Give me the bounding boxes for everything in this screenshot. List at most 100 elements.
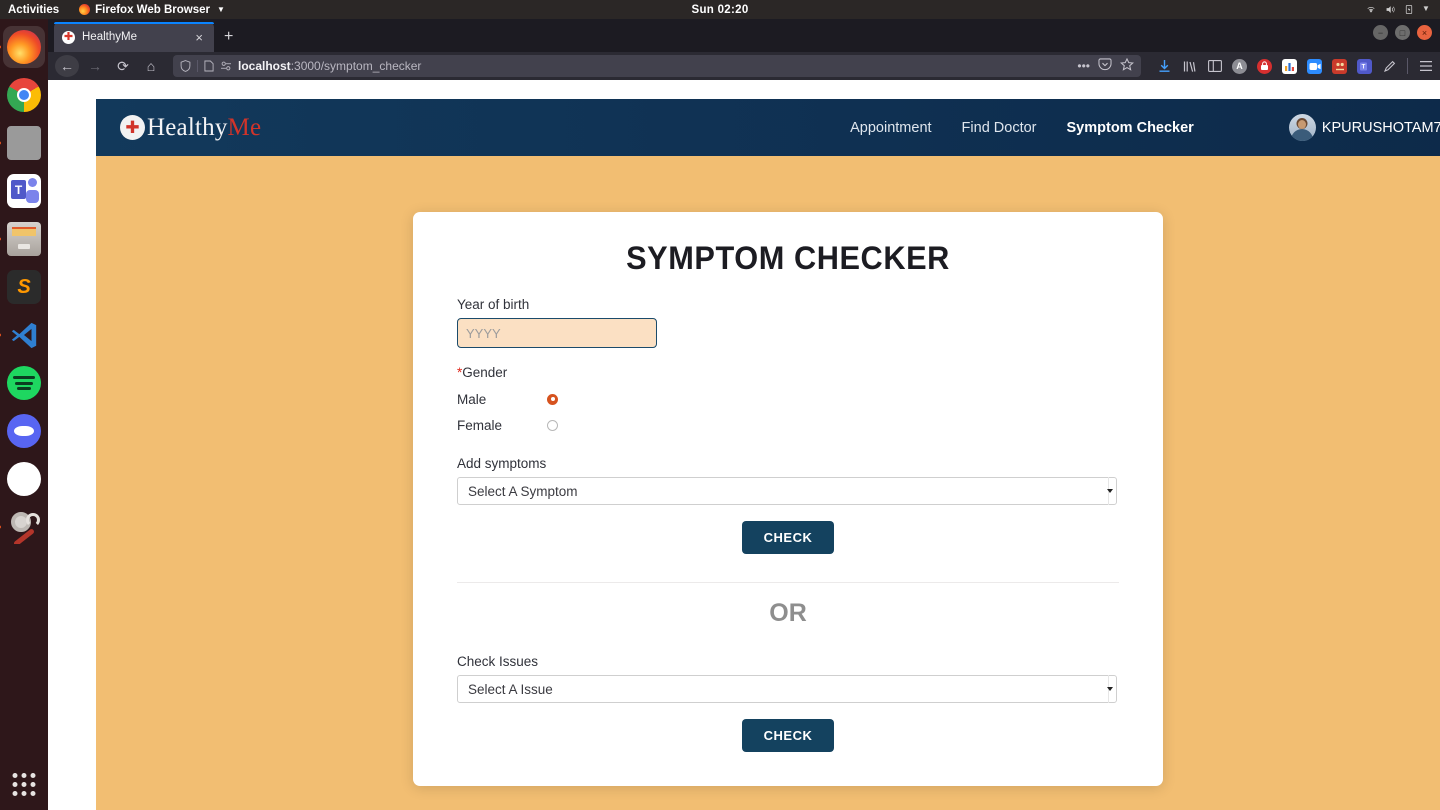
sidebar-icon[interactable] xyxy=(1207,59,1222,74)
red-extension-icon[interactable] xyxy=(1332,58,1347,74)
dock-item-firefox[interactable] xyxy=(3,26,45,68)
shield-icon[interactable] xyxy=(180,60,191,72)
check-issues-label: Check Issues xyxy=(457,654,539,669)
dock-item-files[interactable] xyxy=(3,218,45,260)
navigation-toolbar: ← → ⟳ ⌂ localhost:3000/symptom_checker •… xyxy=(48,52,1440,80)
svg-text:T: T xyxy=(1361,65,1365,71)
gender-option-female[interactable]: Female xyxy=(457,412,1119,438)
dock-item-red-quad-app[interactable] xyxy=(3,122,45,164)
or-separator-text: OR xyxy=(769,599,807,627)
adblock-icon[interactable]: A xyxy=(1232,58,1247,74)
firefox-window: HealthyMe × + − □ × ← → ⟳ ⌂ xyxy=(48,19,1440,810)
close-icon[interactable]: × xyxy=(192,30,206,45)
sublime-text-icon xyxy=(7,270,41,304)
radio-female[interactable] xyxy=(547,419,558,431)
reload-button[interactable]: ⟳ xyxy=(111,55,135,77)
system-tray[interactable]: ▼ xyxy=(1365,4,1434,15)
dock-item-slack[interactable] xyxy=(3,458,45,500)
file-manager-icon xyxy=(7,222,41,256)
symptom-select[interactable]: Select A Symptom xyxy=(457,477,1117,505)
brand-second: Me xyxy=(227,113,262,141)
toolbar-extensions: A T xyxy=(1151,58,1433,74)
download-icon[interactable] xyxy=(1157,59,1172,74)
avatar xyxy=(1288,114,1316,141)
brand-first: Healthy xyxy=(147,113,228,141)
teams-icon[interactable]: T xyxy=(1357,58,1372,74)
slack-icon xyxy=(7,462,41,496)
dock-item-chrome[interactable] xyxy=(3,74,45,116)
tab-bar: HealthyMe × + − □ × xyxy=(48,19,1440,52)
home-button[interactable]: ⌂ xyxy=(139,55,163,77)
vscode-icon xyxy=(7,318,41,352)
tab-healthyme[interactable]: HealthyMe × xyxy=(54,22,214,52)
password-manager-icon[interactable] xyxy=(1257,58,1272,74)
back-button[interactable]: ← xyxy=(55,55,79,77)
menu-icon[interactable] xyxy=(1418,59,1433,74)
symptom-checker-card: SYMPTOM CHECKER Year of birth *Gender Ma… xyxy=(413,212,1163,786)
nav-link-appointment[interactable]: Appointment xyxy=(850,120,931,136)
volume-icon xyxy=(1386,6,1395,13)
issue-select-wrap: Select A Issue xyxy=(457,675,1117,703)
dock-item-vscode[interactable] xyxy=(3,314,45,356)
library-icon[interactable] xyxy=(1182,59,1197,74)
permissions-icon[interactable] xyxy=(220,61,232,71)
check-issue-row: CHECK xyxy=(457,719,1119,752)
check-symptom-button[interactable]: CHECK xyxy=(741,521,835,554)
battery-icon xyxy=(1405,4,1413,15)
dock-item-sublime-text[interactable] xyxy=(3,266,45,308)
analytics-icon[interactable] xyxy=(1282,58,1297,74)
nav-link-symptom-checker[interactable]: Symptom Checker xyxy=(1067,120,1194,136)
dock-item-microsoft-teams[interactable]: T xyxy=(3,170,45,212)
show-applications-button[interactable] xyxy=(12,773,36,796)
dock-item-discord[interactable] xyxy=(3,410,45,452)
url-bar[interactable]: localhost:3000/symptom_checker ••• xyxy=(173,55,1141,77)
nav-link-find-doctor[interactable]: Find Doctor xyxy=(962,120,1037,136)
user-menu[interactable]: KPURUSHOTAM7 ⌄ xyxy=(1288,114,1440,141)
pen-icon[interactable] xyxy=(1382,59,1397,74)
symptom-form: Year of birth *Gender Male Female xyxy=(413,297,1163,554)
wifi-icon xyxy=(1367,6,1375,13)
teams-icon: T xyxy=(7,174,41,208)
ubuntu-dock: T xyxy=(0,19,48,810)
chrome-icon xyxy=(7,78,41,112)
bookmark-star-icon[interactable] xyxy=(1120,57,1134,74)
new-tab-button[interactable]: + xyxy=(224,28,233,46)
issue-select[interactable]: Select A Issue xyxy=(457,675,1117,703)
dock-item-spotify[interactable] xyxy=(3,362,45,404)
gender-male-label: Male xyxy=(457,391,487,407)
url-host: localhost xyxy=(238,59,291,73)
check-issue-button[interactable]: CHECK xyxy=(741,719,835,752)
maximize-button[interactable]: □ xyxy=(1395,25,1410,40)
year-of-birth-label: Year of birth xyxy=(457,297,530,312)
pocket-icon[interactable] xyxy=(1098,58,1112,74)
medical-cross-icon: ✚ xyxy=(120,115,145,140)
close-button[interactable]: × xyxy=(1417,25,1432,40)
system-menu-caret-icon: ▼ xyxy=(1422,4,1430,13)
clock[interactable]: Sun 02:20 xyxy=(0,4,1440,16)
site-navbar: ✚ HealthyMe Appointment Find Doctor Symp… xyxy=(96,99,1440,156)
minimize-button[interactable]: − xyxy=(1373,25,1388,40)
settings-tools-icon xyxy=(7,510,41,544)
divider xyxy=(457,582,1119,583)
site-nav-links: Appointment Find Doctor Symptom Checker … xyxy=(850,114,1440,141)
spotify-icon xyxy=(7,366,41,400)
brand-logo[interactable]: ✚ HealthyMe xyxy=(120,114,261,142)
page-actions-icon[interactable]: ••• xyxy=(1077,59,1090,73)
page-title: SYMPTOM CHECKER xyxy=(626,240,950,276)
gender-label: *Gender xyxy=(457,365,1119,380)
divider xyxy=(1407,58,1408,74)
gender-label-text: Gender xyxy=(462,365,508,380)
gender-female-label: Female xyxy=(457,417,503,433)
zoom-icon[interactable] xyxy=(1307,58,1322,74)
year-of-birth-input[interactable] xyxy=(457,318,657,348)
issue-form: Check Issues Select A Issue CHECK xyxy=(413,654,1163,752)
dock-item-settings-tools[interactable] xyxy=(3,506,45,548)
gender-option-male[interactable]: Male xyxy=(457,386,1119,412)
forward-button[interactable]: → xyxy=(83,55,107,77)
radio-male[interactable] xyxy=(547,393,558,405)
url-bar-actions: ••• xyxy=(1077,57,1134,74)
gender-group: *Gender Male Female xyxy=(457,365,1119,438)
tab-title: HealthyMe xyxy=(82,31,137,43)
check-symptom-row: CHECK xyxy=(457,521,1119,554)
web-page: ✚ HealthyMe Appointment Find Doctor Symp… xyxy=(96,99,1440,810)
